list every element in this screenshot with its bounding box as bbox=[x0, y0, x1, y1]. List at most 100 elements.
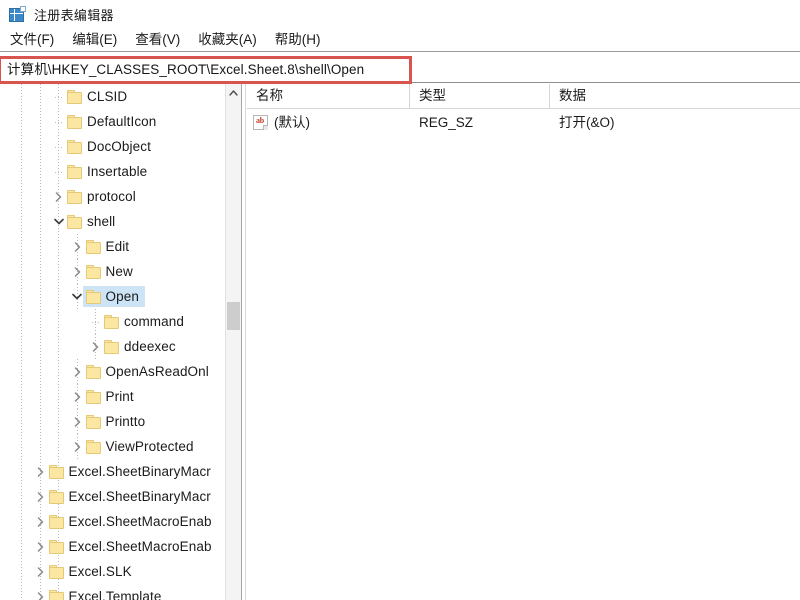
chevron-right-icon[interactable] bbox=[34, 590, 47, 600]
folder-icon bbox=[48, 514, 64, 529]
folder-icon bbox=[85, 289, 101, 304]
panel-splitter[interactable] bbox=[241, 84, 246, 600]
tree-node-label: Excel.SheetBinaryMacr bbox=[68, 464, 211, 479]
column-header-name[interactable]: 名称 bbox=[247, 84, 410, 108]
tree-guide-tick bbox=[92, 321, 101, 323]
main-content: CLSID DefaultIcon DocObject Insertable proto… bbox=[0, 84, 800, 600]
values-column-header: 名称 类型 数据 bbox=[247, 84, 800, 109]
menu-item-help[interactable]: 帮助(H) bbox=[266, 29, 330, 51]
tree-node[interactable]: Excel.SheetBinaryMacr bbox=[0, 459, 225, 484]
tree-node-label: Print bbox=[105, 389, 134, 404]
menu-item-view[interactable]: 查看(V) bbox=[126, 29, 189, 51]
chevron-right-icon[interactable] bbox=[34, 490, 47, 503]
tree-node-label: ddeexec bbox=[124, 339, 176, 354]
value-row[interactable]: ab (默认) REG_SZ 打开(&O) bbox=[247, 109, 800, 136]
column-header-data[interactable]: 数据 bbox=[550, 84, 800, 108]
tree-node-label: DefaultIcon bbox=[87, 114, 157, 129]
value-type: REG_SZ bbox=[419, 115, 474, 130]
tree-node-label: OpenAsReadOnl bbox=[105, 364, 209, 379]
chevron-right-icon[interactable] bbox=[71, 365, 84, 378]
tree-node[interactable]: OpenAsReadOnl bbox=[0, 359, 225, 384]
tree-node[interactable]: DefaultIcon bbox=[0, 109, 225, 134]
chevron-right-icon[interactable] bbox=[52, 190, 65, 203]
tree-node-label: shell bbox=[87, 214, 116, 229]
chevron-right-icon[interactable] bbox=[34, 515, 47, 528]
tree-node[interactable]: command bbox=[0, 309, 225, 334]
folder-icon bbox=[67, 89, 82, 104]
folder-icon bbox=[48, 464, 64, 479]
folder-icon bbox=[104, 339, 119, 354]
registry-editor-window: 注册表编辑器 文件(F) 编辑(E) 查看(V) 收藏夹(A) 帮助(H) 计算… bbox=[0, 0, 800, 600]
tree-node-label: Insertable bbox=[87, 164, 148, 179]
folder-icon bbox=[85, 389, 101, 404]
tree-node[interactable]: CLSID bbox=[0, 84, 225, 109]
value-data: 打开(&O) bbox=[559, 115, 615, 130]
folder-icon bbox=[67, 139, 82, 154]
menu-item-file[interactable]: 文件(F) bbox=[0, 29, 63, 51]
tree-node[interactable]: Edit bbox=[0, 234, 225, 259]
chevron-right-icon[interactable] bbox=[71, 390, 84, 403]
tree-node-label: Open bbox=[105, 289, 139, 304]
folder-icon bbox=[67, 214, 82, 229]
tree-node[interactable]: Excel.SLK bbox=[0, 559, 225, 584]
folder-icon bbox=[85, 414, 101, 429]
tree-node-label: ViewProtected bbox=[105, 439, 194, 454]
chevron-right-icon[interactable] bbox=[89, 340, 102, 353]
menu-item-edit[interactable]: 编辑(E) bbox=[63, 29, 126, 51]
tree-guide-tick bbox=[55, 121, 64, 123]
scrollbar-thumb[interactable] bbox=[227, 302, 240, 330]
tree-node[interactable]: Excel.SheetMacroEnab bbox=[0, 509, 225, 534]
menu-bar: 文件(F) 编辑(E) 查看(V) 收藏夹(A) 帮助(H) bbox=[0, 28, 800, 52]
chevron-right-icon[interactable] bbox=[34, 540, 47, 553]
chevron-right-icon[interactable] bbox=[71, 265, 84, 278]
tree-node-label: Excel.SLK bbox=[68, 564, 132, 579]
tree-node-label: Excel.Template bbox=[68, 589, 162, 600]
tree-node[interactable]: DocObject bbox=[0, 134, 225, 159]
tree-node[interactable]: New bbox=[0, 259, 225, 284]
tree-node-label: DocObject bbox=[87, 139, 151, 154]
chevron-right-icon[interactable] bbox=[71, 440, 84, 453]
tree-node[interactable]: Excel.SheetBinaryMacr bbox=[0, 484, 225, 509]
tree-vertical-scrollbar[interactable] bbox=[225, 84, 241, 600]
address-bar[interactable]: 计算机\HKEY_CLASSES_ROOT\Excel.Sheet.8\shel… bbox=[0, 55, 800, 80]
folder-icon bbox=[85, 239, 101, 254]
tree-node[interactable]: Open bbox=[0, 284, 225, 309]
tree-guide-tick bbox=[55, 96, 64, 98]
registry-tree[interactable]: CLSID DefaultIcon DocObject Insertable proto… bbox=[0, 84, 225, 600]
tree-node[interactable]: Excel.SheetMacroEnab bbox=[0, 534, 225, 559]
tree-node[interactable]: ddeexec bbox=[0, 334, 225, 359]
tree-node[interactable]: shell bbox=[0, 209, 225, 234]
folder-icon bbox=[85, 364, 101, 379]
string-value-icon: ab bbox=[253, 115, 268, 130]
folder-icon bbox=[67, 164, 82, 179]
tree-node-label: command bbox=[124, 314, 184, 329]
tree-node[interactable]: Print bbox=[0, 384, 225, 409]
tree-node[interactable]: ViewProtected bbox=[0, 434, 225, 459]
chevron-right-icon[interactable] bbox=[71, 240, 84, 253]
chevron-right-icon[interactable] bbox=[71, 415, 84, 428]
folder-icon bbox=[85, 439, 101, 454]
folder-icon bbox=[67, 189, 82, 204]
folder-icon bbox=[48, 539, 64, 554]
tree-node[interactable]: protocol bbox=[0, 184, 225, 209]
tree-node-label: Excel.SheetMacroEnab bbox=[68, 514, 212, 529]
registry-values-panel: 名称 类型 数据 ab (默认) REG_SZ 打开(&O) bbox=[247, 84, 800, 600]
tree-node[interactable]: Printto bbox=[0, 409, 225, 434]
tree-node[interactable]: Insertable bbox=[0, 159, 225, 184]
window-title: 注册表编辑器 bbox=[34, 7, 114, 23]
column-header-type[interactable]: 类型 bbox=[410, 84, 550, 108]
folder-icon bbox=[48, 589, 64, 600]
registry-tree-panel: CLSID DefaultIcon DocObject Insertable proto… bbox=[0, 84, 241, 600]
tree-node[interactable]: Excel.Template bbox=[0, 584, 225, 600]
address-path-text: 计算机\HKEY_CLASSES_ROOT\Excel.Sheet.8\shel… bbox=[7, 61, 365, 77]
chevron-down-icon[interactable] bbox=[52, 215, 65, 228]
tree-node-label: Printto bbox=[105, 414, 146, 429]
scroll-up-arrow-icon[interactable] bbox=[226, 84, 241, 101]
title-bar: 注册表编辑器 bbox=[0, 0, 800, 28]
values-list[interactable]: ab (默认) REG_SZ 打开(&O) bbox=[247, 109, 800, 136]
chevron-right-icon[interactable] bbox=[34, 465, 47, 478]
tree-node-label: New bbox=[105, 264, 133, 279]
chevron-right-icon[interactable] bbox=[34, 565, 47, 578]
tree-node-label: Excel.SheetMacroEnab bbox=[68, 539, 212, 554]
menu-item-favorites[interactable]: 收藏夹(A) bbox=[189, 29, 266, 51]
